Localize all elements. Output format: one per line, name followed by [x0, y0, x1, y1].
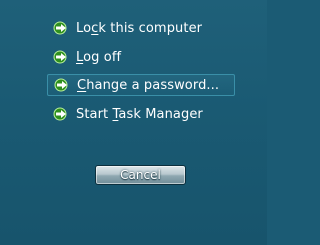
menu-label-part: og off	[83, 49, 122, 65]
green-arrow-icon	[53, 107, 70, 121]
accelerator-key: C	[77, 77, 87, 93]
menu-label-part: k this computer	[98, 20, 203, 36]
menu-label-part: hange a password...	[86, 77, 220, 93]
secure-desktop-options-screen: Lock this computer Log off Change a pass…	[0, 0, 267, 245]
change-a-password-option[interactable]: Change a password...	[47, 74, 235, 96]
menu-label-part: ask Manager	[118, 106, 203, 122]
green-arrow-icon	[53, 21, 70, 35]
menu-label-part: Start	[76, 106, 113, 122]
lock-this-computer-option[interactable]: Lock this computer	[47, 17, 235, 39]
green-arrow-icon	[53, 50, 70, 64]
log-off-option[interactable]: Log off	[47, 46, 235, 68]
menu-label-part: Lo	[76, 20, 92, 36]
cancel-button[interactable]: Cancel	[95, 165, 186, 185]
start-task-manager-option[interactable]: Start Task Manager	[47, 103, 235, 125]
green-arrow-icon	[54, 78, 71, 92]
